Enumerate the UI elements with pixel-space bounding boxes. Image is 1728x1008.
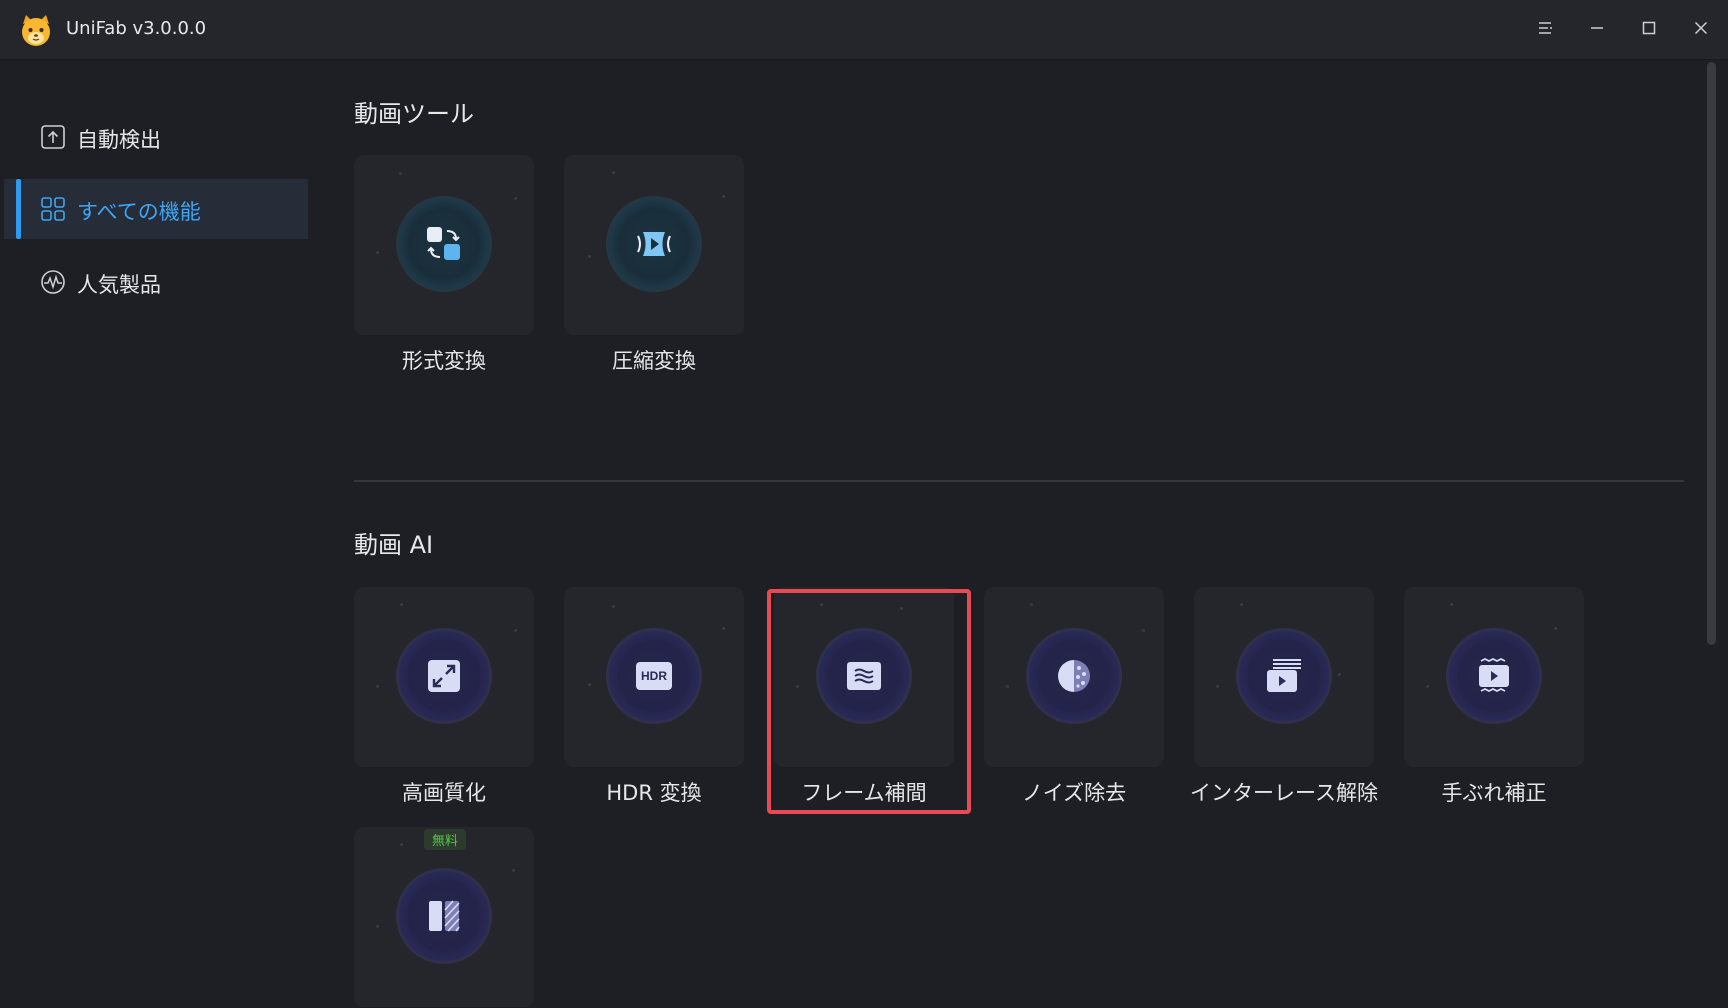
card-tile: HDR — [564, 587, 744, 767]
card-tile — [1194, 587, 1374, 767]
app-window: UniFab v3.0.0.0 自動検出 すべての機能 人気製品 動画ツール 形… — [0, 0, 1728, 1008]
hdr-icon: HDR — [636, 662, 672, 690]
section-divider — [354, 480, 1684, 482]
maximize-button[interactable] — [1629, 10, 1669, 46]
card-label: HDR 変換 — [606, 781, 702, 805]
section-title-video-ai: 動画 AI — [354, 531, 434, 559]
card-label: 圧縮変換 — [612, 349, 696, 373]
card-label: インターレース解除 — [1190, 781, 1378, 805]
card-orb — [399, 631, 489, 721]
sidebar: 自動検出 すべての機能 人気製品 — [0, 61, 310, 1008]
grid-icon — [41, 197, 65, 221]
card-orb — [1029, 631, 1119, 721]
compare-icon — [429, 900, 460, 932]
card-tile — [354, 155, 534, 335]
stabilize-icon — [1479, 657, 1509, 693]
card-orb — [1239, 631, 1329, 721]
trending-icon — [41, 270, 65, 294]
card-orb — [399, 199, 489, 289]
card-tile — [984, 587, 1164, 767]
card-label: 手ぶれ補正 — [1441, 781, 1547, 805]
close-icon — [1694, 21, 1708, 35]
menu-icon — [1539, 22, 1552, 34]
free-badge: 無料 — [424, 829, 467, 850]
minimize-icon — [1591, 27, 1603, 29]
hdr-icon-text: HDR — [641, 669, 667, 683]
card-label: 形式変換 — [402, 349, 486, 373]
minimize-button[interactable] — [1577, 10, 1617, 46]
unifab-logo-icon — [22, 15, 50, 46]
card-orb — [1449, 631, 1539, 721]
scrollbar-thumb[interactable] — [1707, 62, 1716, 645]
sidebar-item-label: 自動検出 — [77, 128, 161, 152]
card-orb — [399, 871, 489, 961]
format-convert-icon — [427, 227, 460, 260]
card-orb: HDR — [609, 631, 699, 721]
app-title: UniFab v3.0.0.0 — [66, 18, 207, 39]
section-title-video-tools: 動画ツール — [354, 100, 474, 128]
card-tile — [1404, 587, 1584, 767]
sidebar-item-auto-detect[interactable]: 自動検出 — [4, 107, 308, 167]
card-orb — [819, 631, 909, 721]
maximize-icon — [1642, 21, 1656, 35]
upscale-icon — [428, 660, 460, 692]
sidebar-item-label: すべての機能 — [77, 200, 201, 224]
card-tile: 無料 — [354, 827, 534, 1007]
card-label: 高画質化 — [402, 781, 486, 805]
frame-interpolation-icon — [847, 662, 881, 690]
menu-button[interactable] — [1525, 10, 1565, 46]
card-tile — [354, 587, 534, 767]
sidebar-item-popular[interactable]: 人気製品 — [4, 252, 308, 312]
card-orb — [609, 199, 699, 289]
card-tile — [564, 155, 744, 335]
close-button[interactable] — [1681, 10, 1721, 46]
sidebar-item-all-features[interactable]: すべての機能 — [4, 179, 308, 239]
card-tile — [774, 587, 954, 767]
card-label: ノイズ除去 — [1021, 781, 1127, 805]
title-bar: UniFab v3.0.0.0 — [0, 0, 1728, 60]
deinterlace-icon — [1267, 659, 1301, 692]
compress-video-icon — [637, 232, 671, 256]
card-label: フレーム補間 — [801, 781, 927, 805]
denoise-icon — [1058, 660, 1090, 692]
upload-box-icon — [41, 125, 65, 149]
sidebar-item-label: 人気製品 — [77, 273, 161, 297]
